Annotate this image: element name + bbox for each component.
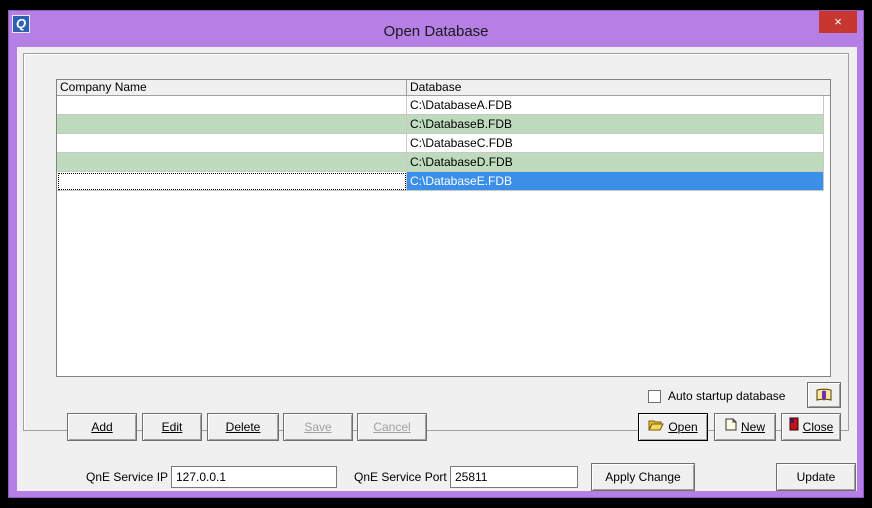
exit-door-icon	[789, 414, 799, 440]
grid-header: Company Name Database	[57, 80, 830, 96]
open-database-window: Q Open Database × Company Name Database …	[8, 10, 864, 498]
company-name-cell[interactable]	[57, 172, 407, 191]
table-row[interactable]: C:\DatabaseB.FDB	[57, 115, 830, 134]
table-row[interactable]: C:\DatabaseC.FDB	[57, 134, 830, 153]
open-button[interactable]: Open	[638, 413, 708, 441]
open-folder-icon	[648, 414, 665, 440]
database-grid[interactable]: Company Name Database C:\DatabaseA.FDB C…	[56, 79, 831, 377]
service-ip-label: QnE Service IP	[86, 470, 169, 484]
new-document-icon	[725, 414, 737, 440]
close-button[interactable]: Close	[781, 413, 841, 441]
title-bar[interactable]: Q Open Database ×	[9, 11, 863, 48]
table-row[interactable]: C:\DatabaseD.FDB	[57, 153, 830, 172]
database-cell[interactable]: C:\DatabaseD.FDB	[407, 153, 824, 172]
company-name-cell[interactable]	[57, 96, 407, 115]
update-button[interactable]: Update	[776, 463, 856, 491]
table-row[interactable]: C:\DatabaseA.FDB	[57, 96, 830, 115]
service-port-label: QnE Service Port	[354, 470, 447, 484]
database-cell[interactable]: C:\DatabaseA.FDB	[407, 96, 824, 115]
column-header-company-name[interactable]: Company Name	[57, 80, 407, 96]
window-title: Open Database	[383, 23, 489, 40]
window-close-button[interactable]: ×	[819, 11, 857, 33]
table-row-selected[interactable]: C:\DatabaseE.FDB	[57, 172, 830, 191]
company-name-cell[interactable]	[57, 134, 407, 153]
save-button[interactable]: Save	[283, 413, 353, 441]
delete-button[interactable]: Delete	[207, 413, 279, 441]
database-cell[interactable]: C:\DatabaseC.FDB	[407, 134, 824, 153]
auto-startup-checkbox[interactable]	[648, 390, 661, 403]
company-name-cell[interactable]	[57, 153, 407, 172]
database-cell[interactable]: C:\DatabaseE.FDB	[407, 172, 824, 191]
cancel-button[interactable]: Cancel	[357, 413, 427, 441]
apply-change-button[interactable]: Apply Change	[591, 463, 695, 491]
column-header-database[interactable]: Database	[407, 80, 830, 96]
service-port-field[interactable]: 25811	[450, 466, 578, 488]
auto-startup-book-button[interactable]	[807, 382, 841, 408]
company-name-cell[interactable]	[57, 115, 407, 134]
new-button[interactable]: New	[714, 413, 776, 441]
database-cell[interactable]: C:\DatabaseB.FDB	[407, 115, 824, 134]
edit-button[interactable]: Edit	[142, 413, 202, 441]
auto-startup-label: Auto startup database	[668, 389, 786, 403]
service-ip-field[interactable]: 127.0.0.1	[171, 466, 337, 488]
add-button[interactable]: Add	[67, 413, 137, 441]
dialog-body: Company Name Database C:\DatabaseA.FDB C…	[17, 47, 857, 491]
book-icon	[816, 388, 832, 401]
